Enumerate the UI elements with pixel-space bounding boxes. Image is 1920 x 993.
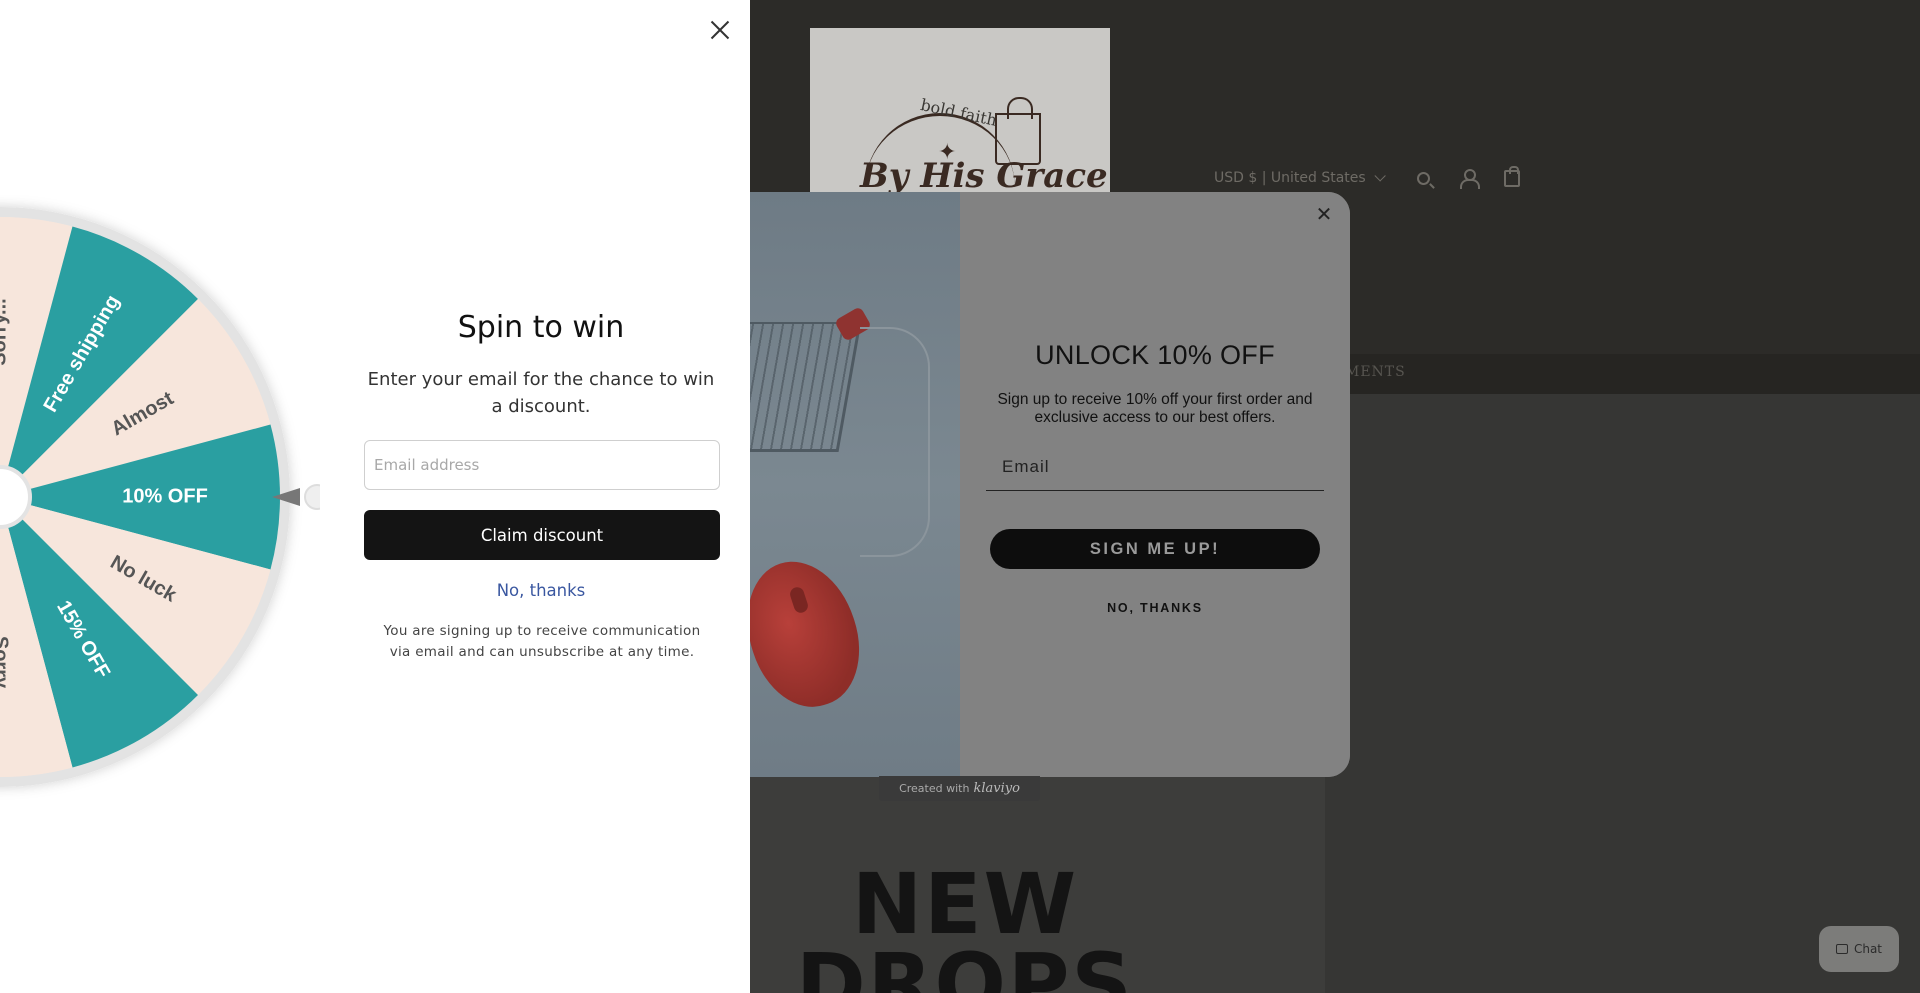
cart-icon: [1503, 165, 1520, 187]
mouse-cable-image: [860, 327, 930, 557]
popup-close-icon[interactable]: ✕: [1312, 202, 1336, 226]
chevron-down-icon[interactable]: [1374, 170, 1386, 182]
klaviyo-badge[interactable]: Created with klaviyo: [879, 776, 1040, 801]
hero-side-panel: [1325, 394, 1920, 993]
email-field[interactable]: [364, 440, 720, 490]
wheel-segment-label: 10% OFF: [122, 485, 208, 507]
spin-to-win-panel: Sorry... Free shipping Almost 10% OFF No luc…: [0, 0, 750, 993]
klaviyo-logo: klaviyo: [973, 781, 1020, 796]
account-icon: [1459, 169, 1480, 189]
spin-title: Spin to win: [457, 310, 625, 345]
hero-heading-line-1: NEW: [851, 855, 1079, 953]
search-button[interactable]: [1402, 166, 1446, 190]
popup-subtitle: Sign up to receive 10% off your first or…: [997, 391, 1313, 426]
shopping-cart-image: [750, 322, 862, 452]
wheel-segment-label: Sorry...: [0, 298, 10, 365]
hero-heading-line-2: DROPS: [796, 935, 1134, 993]
currency-selector[interactable]: USD $ | United States: [1214, 170, 1366, 186]
fine-print: You are signing up to receive communicat…: [383, 623, 701, 660]
badge-prefix: Created with: [899, 782, 970, 795]
spin-subtitle: Enter your email for the chance to win a…: [367, 369, 715, 417]
popup-email-field[interactable]: [986, 443, 1324, 491]
chat-button[interactable]: Chat: [1819, 926, 1899, 972]
wheel-segment-label: Sorry: [0, 636, 12, 689]
no-thanks-link[interactable]: No, thanks: [363, 581, 719, 600]
chat-label: Chat: [1853, 942, 1883, 956]
claim-discount-button[interactable]: Claim discount: [364, 510, 720, 560]
logo-brand: By His Grace: [860, 156, 1108, 196]
search-icon: [1417, 171, 1431, 185]
close-icon[interactable]: [706, 16, 734, 44]
store-logo[interactable]: bold faith ✦ By His Grace: [810, 28, 1110, 198]
popup-hero-image: [750, 192, 960, 777]
popup-no-thanks-button[interactable]: NO, THANKS: [990, 601, 1320, 615]
sign-me-up-button[interactable]: SIGN ME UP!: [990, 529, 1320, 569]
cart-button[interactable]: [1490, 165, 1534, 190]
popup-title: UNLOCK 10% OFF: [1035, 340, 1275, 370]
prize-wheel: Sorry... Free shippingAlmost10% OFFNo luc…: [0, 207, 320, 787]
header-tools: USD $ | United States: [1214, 165, 1534, 190]
computer-mouse-image: [750, 547, 877, 721]
hero-heading: NEW DROPS: [750, 855, 1180, 993]
pointer-knob: [304, 484, 320, 510]
account-button[interactable]: [1446, 166, 1490, 190]
chat-bubble-icon: [1835, 944, 1848, 954]
nav-item-partial[interactable]: MENTS: [1345, 364, 1406, 380]
wheel-segments: Sorry... Free shippingAlmost10% OFFNo luc…: [0, 217, 280, 777]
